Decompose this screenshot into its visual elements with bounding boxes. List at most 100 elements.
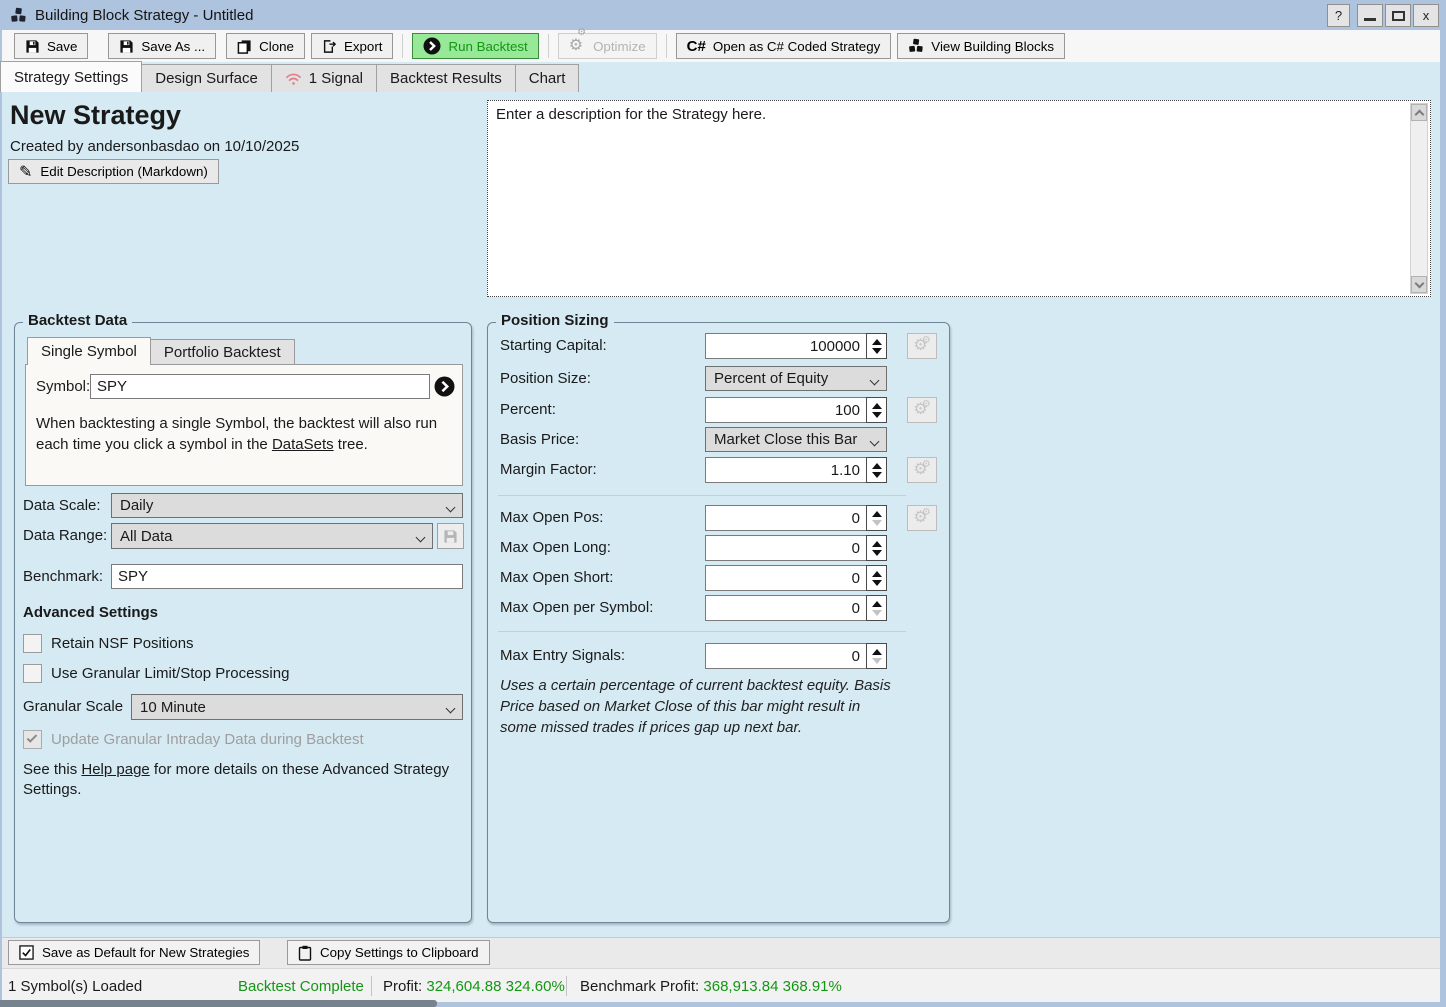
basis-price-label: Basis Price: bbox=[500, 431, 579, 448]
edit-description-button[interactable]: ✎ Edit Description (Markdown) bbox=[8, 159, 219, 184]
tab-backtest-results[interactable]: Backtest Results bbox=[376, 64, 516, 92]
max-open-pos-input[interactable] bbox=[705, 505, 867, 531]
tab-single-symbol[interactable]: Single Symbol bbox=[27, 337, 151, 365]
optimize-button[interactable]: ⚙ ⚙ Optimize bbox=[558, 33, 657, 59]
retain-nsf-checkbox[interactable] bbox=[23, 634, 42, 653]
symbol-go-button[interactable] bbox=[433, 374, 456, 398]
scroll-up-button[interactable] bbox=[1411, 104, 1427, 121]
description-textarea[interactable]: Enter a description for the Strategy her… bbox=[487, 100, 1431, 297]
clone-icon bbox=[237, 39, 252, 54]
max-open-pos-spinner[interactable] bbox=[866, 505, 887, 531]
export-button[interactable]: Export bbox=[311, 33, 394, 59]
minimize-button[interactable] bbox=[1357, 4, 1383, 27]
max-open-long-input[interactable] bbox=[705, 535, 867, 561]
open-csharp-button[interactable]: C# Open as C# Coded Strategy bbox=[676, 33, 892, 59]
symbol-label: Symbol: bbox=[36, 378, 90, 395]
percent-spinner[interactable] bbox=[866, 397, 887, 423]
data-scale-dropdown[interactable]: Daily bbox=[111, 493, 463, 518]
chevron-down-icon bbox=[870, 376, 880, 386]
app-blocks-icon bbox=[10, 7, 27, 24]
clone-button[interactable]: Clone bbox=[226, 33, 305, 59]
backtest-data-legend: Backtest Data bbox=[23, 312, 132, 329]
percent-label: Percent: bbox=[500, 401, 556, 418]
view-building-blocks-button[interactable]: View Building Blocks bbox=[897, 33, 1065, 59]
starting-capital-gear-button[interactable]: ⚙ ⚙ bbox=[907, 333, 937, 359]
update-granular-checkbox bbox=[23, 730, 42, 749]
tab-strategy-settings[interactable]: Strategy Settings bbox=[0, 61, 142, 92]
percent-input[interactable] bbox=[705, 397, 867, 423]
margin-factor-input[interactable] bbox=[705, 457, 867, 483]
chevron-down-icon bbox=[870, 437, 880, 447]
run-icon bbox=[423, 37, 441, 55]
granular-scale-dropdown[interactable]: 10 Minute bbox=[131, 694, 463, 720]
minimize-icon bbox=[1364, 18, 1376, 21]
max-open-pos-gear-button[interactable]: ⚙ ⚙ bbox=[907, 505, 937, 531]
created-by-text: Created by andersonbasdao on 10/10/2025 bbox=[10, 138, 299, 155]
tab-design-surface[interactable]: Design Surface bbox=[141, 64, 272, 92]
window-frame-grip bbox=[0, 1000, 437, 1007]
max-entry-signals-spinner[interactable] bbox=[866, 643, 887, 669]
status-bar: 1 Symbol(s) Loaded Backtest Complete Pro… bbox=[0, 968, 1446, 1002]
position-sizing-group: Position Sizing Starting Capital: ⚙ ⚙ Po… bbox=[487, 322, 950, 923]
retain-nsf-label: Retain NSF Positions bbox=[51, 635, 194, 652]
tab-signals[interactable]: 1 Signal bbox=[271, 64, 377, 92]
spin-up-icon bbox=[872, 511, 882, 517]
max-open-symbol-input[interactable] bbox=[705, 595, 867, 621]
position-size-dropdown[interactable]: Percent of Equity bbox=[705, 366, 887, 391]
basis-price-dropdown[interactable]: Market Close this Bar bbox=[705, 427, 887, 452]
update-granular-label: Update Granular Intraday Data during Bac… bbox=[51, 731, 364, 748]
floppy-icon bbox=[443, 529, 458, 544]
margin-factor-gear-button[interactable]: ⚙ ⚙ bbox=[907, 457, 937, 483]
save-as-button[interactable]: Save As ... bbox=[108, 33, 216, 59]
gear-icon: ⚙ bbox=[922, 336, 931, 346]
symbols-loaded-status: 1 Symbol(s) Loaded bbox=[8, 978, 142, 995]
chevron-down-icon bbox=[446, 704, 456, 714]
help-icon: ? bbox=[1335, 8, 1342, 23]
starting-capital-input[interactable] bbox=[705, 333, 867, 359]
copy-settings-button[interactable]: Copy Settings to Clipboard bbox=[287, 940, 490, 965]
spin-down-icon bbox=[872, 520, 882, 526]
page-title: New Strategy bbox=[10, 100, 181, 131]
maximize-button[interactable] bbox=[1385, 4, 1411, 27]
percent-gear-button[interactable]: ⚙ ⚙ bbox=[907, 397, 937, 423]
maximize-icon bbox=[1392, 11, 1405, 21]
save-default-button[interactable]: Save as Default for New Strategies bbox=[8, 940, 260, 965]
single-symbol-panel: Symbol: When backtesting a single Symbol… bbox=[25, 364, 463, 486]
advanced-settings-heading: Advanced Settings bbox=[23, 604, 158, 621]
scroll-down-button[interactable] bbox=[1411, 276, 1427, 293]
check-icon bbox=[27, 732, 38, 743]
spin-down-icon bbox=[872, 550, 882, 556]
spin-down-icon bbox=[872, 658, 882, 664]
benchmark-profit-status: Benchmark Profit: 368,913.84 368.91% bbox=[580, 978, 842, 995]
tab-chart[interactable]: Chart bbox=[515, 64, 580, 92]
max-open-short-spinner[interactable] bbox=[866, 565, 887, 591]
datasets-link[interactable]: DataSets bbox=[272, 436, 334, 453]
max-entry-signals-input[interactable] bbox=[705, 643, 867, 669]
close-button[interactable]: x bbox=[1413, 4, 1439, 27]
help-button[interactable]: ? bbox=[1327, 4, 1350, 27]
max-open-long-label: Max Open Long: bbox=[500, 539, 611, 556]
benchmark-input[interactable] bbox=[111, 564, 463, 589]
max-open-long-spinner[interactable] bbox=[866, 535, 887, 561]
max-open-symbol-spinner[interactable] bbox=[866, 595, 887, 621]
chevron-down-icon bbox=[1414, 278, 1424, 288]
starting-capital-spinner[interactable] bbox=[866, 333, 887, 359]
starting-capital-label: Starting Capital: bbox=[500, 337, 607, 354]
tab-portfolio-backtest[interactable]: Portfolio Backtest bbox=[150, 339, 295, 365]
save-data-range-button[interactable] bbox=[437, 523, 464, 549]
single-symbol-info-text: When backtesting a single Symbol, the ba… bbox=[36, 413, 458, 455]
pencil-icon: ✎ bbox=[19, 162, 32, 182]
help-page-link[interactable]: Help page bbox=[81, 761, 149, 778]
margin-factor-spinner[interactable] bbox=[866, 457, 887, 483]
granular-processing-checkbox[interactable] bbox=[23, 664, 42, 683]
window-frame-left bbox=[0, 30, 2, 1007]
window-frame-right bbox=[1440, 30, 1446, 1007]
symbol-input[interactable] bbox=[90, 374, 430, 399]
run-backtest-button[interactable]: Run Backtest bbox=[412, 33, 538, 59]
description-scrollbar[interactable] bbox=[1410, 103, 1428, 294]
chevron-down-icon bbox=[416, 533, 426, 543]
advanced-help-text: See this Help page for more details on t… bbox=[23, 760, 459, 800]
max-open-short-input[interactable] bbox=[705, 565, 867, 591]
save-button[interactable]: Save bbox=[14, 33, 88, 59]
data-range-dropdown[interactable]: All Data bbox=[111, 523, 433, 549]
